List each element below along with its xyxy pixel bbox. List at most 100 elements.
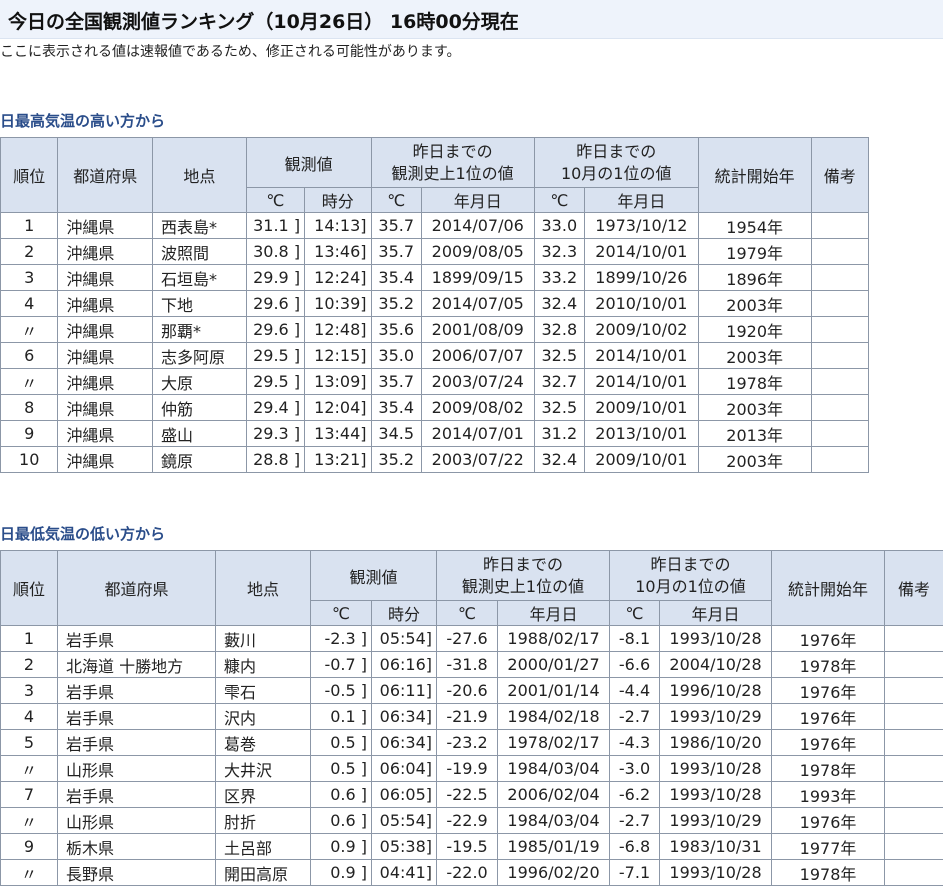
table-row: 8 沖縄県 仲筋 29.4 ] 12:04] 35.4 2009/08/02 32.5 2009…: [0, 394, 870, 421]
observed-time-cell: 14:13]: [304, 212, 372, 239]
prefecture-cell: 岩手県: [57, 781, 216, 808]
observed-value-cell: 29.5 ]: [245, 368, 306, 395]
observed-value-cell: 0.5 ]: [310, 729, 372, 756]
start-year-cell: 1976年: [771, 729, 886, 756]
alltime-record-line1: 昨日までの: [483, 554, 564, 574]
rank-cell: 2: [0, 238, 59, 265]
month-record-date-cell: 2009/10/01: [583, 446, 699, 473]
table-row: 4 沖縄県 下地 29.6 ] 10:39] 35.2 2014/07/05 32.4 2010…: [0, 290, 870, 317]
table-row: 2 沖縄県 波照間 30.8 ] 13:46] 35.7 2009/08/05 32.3 201…: [0, 238, 870, 265]
station-cell: 糠内: [215, 651, 311, 678]
station-cell: 志多阿原: [152, 342, 247, 369]
remarks-cell: [884, 729, 943, 756]
remarks-cell: [884, 755, 943, 782]
table-row: 1 沖縄県 西表島* 31.1 ] 14:13] 35.7 2014/07/06 33.0 19…: [0, 212, 870, 239]
station-cell: 波照間: [152, 238, 247, 265]
observed-time-cell: 13:46]: [304, 238, 372, 265]
observed-time-cell: 05:54]: [370, 625, 438, 652]
prefecture-cell: 岩手県: [57, 677, 216, 704]
alltime-record-date-cell: 2003/07/24: [420, 368, 535, 395]
alltime-record-line2: 観測史上1位の値: [391, 163, 514, 183]
month-record-date-cell: 1983/10/31: [659, 833, 773, 860]
observed-time-cell: 06:11]: [370, 677, 438, 704]
month-record-date-cell: 2009/10/01: [583, 394, 699, 421]
subheader-deg: ℃: [245, 187, 306, 213]
start-year-cell: 1978年: [771, 755, 886, 782]
month-record-value-cell: 32.4: [533, 446, 585, 473]
observed-time-cell: 05:38]: [370, 833, 438, 860]
subheader-deg: ℃: [533, 187, 585, 213]
rank-cell: 〃: [0, 316, 59, 343]
observed-value-cell: 0.6 ]: [310, 807, 372, 834]
alltime-record-value-cell: 35.2: [370, 446, 422, 473]
station-cell: 沢内: [215, 703, 311, 730]
remarks-cell: [810, 368, 870, 395]
remarks-cell: [884, 625, 943, 652]
prefecture-cell: 沖縄県: [57, 342, 154, 369]
station-cell: 鏡原: [152, 446, 247, 473]
col-header-month-record: 昨日までの 10月の1位の値: [533, 137, 699, 188]
alltime-record-value-cell: -31.8: [436, 651, 499, 678]
start-year-cell: 2003年: [697, 394, 812, 421]
alltime-record-date-cell: 2009/08/02: [420, 394, 535, 421]
prefecture-cell: 長野県: [57, 859, 216, 886]
month-record-date-cell: 2004/10/28: [659, 651, 773, 678]
start-year-cell: 1954年: [697, 212, 812, 239]
low-temperature-table: 順位 都道府県 地点 観測値 昨日までの 観測史上1位の値 昨日までの 10月の1位…: [0, 550, 943, 886]
section-heading-high: 日最高気温の高い方から: [0, 112, 166, 130]
prefecture-cell: 栃木県: [57, 833, 216, 860]
start-year-cell: 2003年: [697, 342, 812, 369]
alltime-record-date-cell: 2000/01/27: [497, 651, 611, 678]
observed-value-cell: 29.4 ]: [245, 394, 306, 421]
month-record-line1: 昨日までの: [650, 554, 731, 574]
month-record-value-cell: -2.7: [609, 703, 661, 730]
month-record-value-cell: -6.8: [609, 833, 661, 860]
subheader-deg: ℃: [609, 600, 661, 626]
observed-time-cell: 12:04]: [304, 394, 372, 421]
observed-time-cell: 12:15]: [304, 342, 372, 369]
col-header-prefecture: 都道府県: [57, 550, 216, 626]
table-row: 9 栃木県 土呂部 0.9 ] 05:38] -19.5 1985/01/19 -6.8 198…: [0, 833, 943, 860]
month-record-line2: 10月の1位の値: [560, 163, 672, 183]
station-cell: 雫石: [215, 677, 311, 704]
alltime-record-date-cell: 1984/03/04: [497, 807, 611, 834]
alltime-record-line1: 昨日までの: [412, 141, 493, 161]
alltime-record-value-cell: -23.2: [436, 729, 499, 756]
alltime-record-value-cell: 35.2: [370, 290, 422, 317]
start-year-cell: 1896年: [697, 264, 812, 291]
month-record-value-cell: -2.7: [609, 807, 661, 834]
observed-time-cell: 06:34]: [370, 729, 438, 756]
alltime-record-value-cell: 35.6: [370, 316, 422, 343]
title-bar: 今日の全国観測値ランキング（10月26日） 16時00分現在: [0, 0, 943, 39]
table-row: 〃沖縄県 那覇* 29.6 ] 12:48] 35.6 2001/08/09 32.8 200…: [0, 316, 870, 343]
observed-time-cell: 06:05]: [370, 781, 438, 808]
rank-cell: 6: [0, 342, 59, 369]
observed-time-cell: 06:34]: [370, 703, 438, 730]
alltime-record-value-cell: 35.0: [370, 342, 422, 369]
start-year-cell: 1979年: [697, 238, 812, 265]
remarks-cell: [810, 342, 870, 369]
alltime-record-date-cell: 1985/01/19: [497, 833, 611, 860]
start-year-cell: 1978年: [771, 859, 886, 886]
alltime-record-value-cell: -19.5: [436, 833, 499, 860]
rank-cell: 4: [0, 290, 59, 317]
prefecture-cell: 沖縄県: [57, 264, 154, 291]
remarks-cell: [810, 238, 870, 265]
alltime-record-date-cell: 1978/02/17: [497, 729, 611, 756]
month-record-date-cell: 1993/10/28: [659, 859, 773, 886]
month-record-value-cell: 32.7: [533, 368, 585, 395]
observed-value-cell: 0.9 ]: [310, 833, 372, 860]
observed-value-cell: -0.7 ]: [310, 651, 372, 678]
observed-value-cell: -2.3 ]: [310, 625, 372, 652]
month-record-date-cell: 2014/10/01: [583, 238, 699, 265]
station-cell: 那覇*: [152, 316, 247, 343]
month-record-date-cell: 1986/10/20: [659, 729, 773, 756]
col-header-observed: 観測値: [309, 550, 438, 601]
alltime-record-date-cell: 1988/02/17: [497, 625, 611, 652]
remarks-cell: [810, 420, 870, 447]
rank-cell: 2: [0, 651, 58, 678]
prefecture-cell: 沖縄県: [57, 446, 154, 473]
station-cell: 大原: [152, 368, 247, 395]
rank-cell: 10: [0, 446, 59, 473]
observed-value-cell: 31.1 ]: [245, 212, 306, 239]
